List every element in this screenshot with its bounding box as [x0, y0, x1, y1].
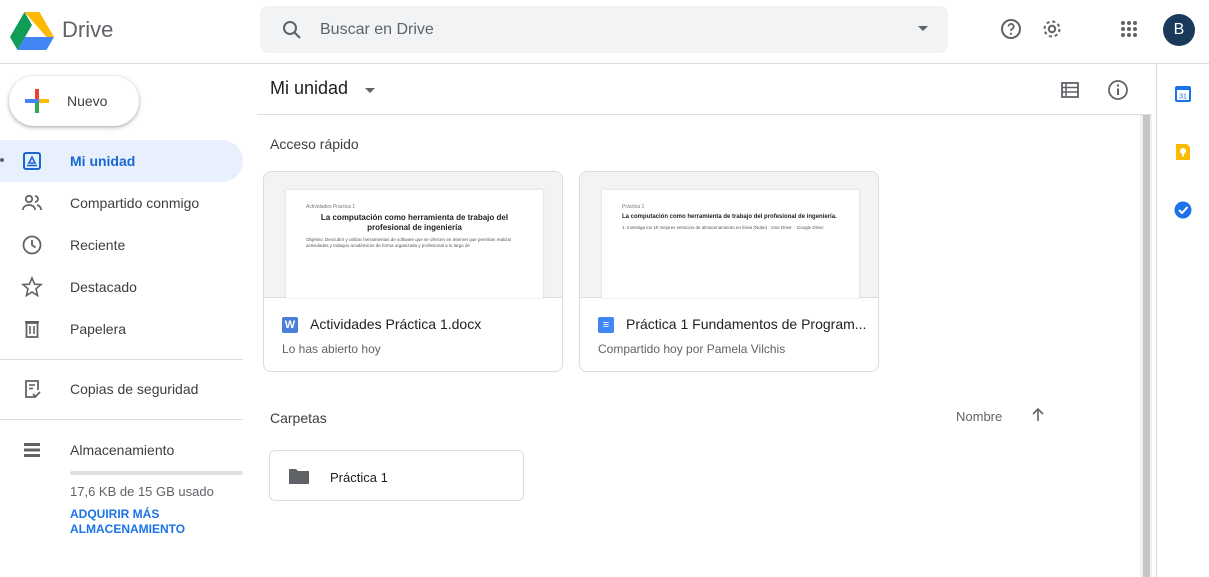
- file-activity: Compartido hoy por Pamela Vilchis: [598, 342, 786, 356]
- sort-by-name-button[interactable]: Nombre: [956, 409, 1002, 424]
- shared-icon: [22, 194, 42, 211]
- sidebar-item-label: Almacenamiento: [70, 442, 175, 458]
- sidebar-item-shared[interactable]: Compartido conmigo: [0, 182, 243, 224]
- buy-storage-link[interactable]: ADQUIRIR MÁS ALMACENAMIENTO: [70, 507, 230, 537]
- document-thumbnail: Actividades Práctica 1 La computación co…: [286, 190, 543, 298]
- tasks-icon[interactable]: [1173, 200, 1193, 220]
- sidebar-item-label: Compartido conmigo: [70, 195, 200, 211]
- sidebar-item-my-drive[interactable]: Mi unidad: [0, 140, 243, 182]
- main-divider: [257, 114, 1152, 115]
- star-icon: [20, 275, 44, 298]
- sidebar-divider: [0, 419, 243, 420]
- file-name: Actividades Práctica 1.docx: [310, 316, 482, 332]
- brand-name[interactable]: Drive: [62, 17, 113, 43]
- search-options-icon[interactable]: [918, 26, 928, 31]
- sidebar-item-label: Mi unidad: [70, 153, 136, 169]
- sidebar-item-label: Copias de seguridad: [70, 381, 199, 397]
- top-bar: Drive Buscar en Drive B: [0, 0, 1209, 64]
- sidebar-item-recent[interactable]: Reciente: [0, 224, 243, 266]
- folder-item[interactable]: Práctica 1: [269, 450, 524, 501]
- document-thumbnail: Práctica 1 La computación como herramien…: [602, 190, 859, 298]
- new-button[interactable]: Nuevo: [9, 76, 139, 126]
- keep-icon[interactable]: [1173, 142, 1193, 162]
- file-preview: Actividades Práctica 1 La computación co…: [264, 172, 562, 298]
- folders-heading: Carpetas: [270, 410, 327, 426]
- preview-small-text: Actividades Práctica 1: [306, 204, 356, 210]
- clock-icon: [22, 235, 42, 255]
- arrow-up-icon[interactable]: [1029, 406, 1047, 424]
- my-drive-icon: [23, 152, 41, 170]
- storage-usage-text: 17,6 KB de 15 GB usado: [70, 484, 214, 499]
- drive-logo-icon[interactable]: [10, 10, 54, 50]
- preview-heading: La computación como herramienta de traba…: [320, 213, 509, 232]
- preview-body: Objetivo: Descubrir y utilizar herramien…: [306, 237, 512, 248]
- word-icon: W: [282, 317, 298, 333]
- sidebar-divider: [0, 359, 243, 360]
- sidebar-item-trash[interactable]: Papelera: [0, 308, 243, 350]
- file-preview: Práctica 1 La computación como herramien…: [580, 172, 878, 298]
- page-title[interactable]: Mi unidad: [270, 78, 348, 99]
- new-button-label: Nuevo: [67, 93, 108, 109]
- trash-icon: [25, 321, 39, 338]
- sidebar-item-storage[interactable]: Almacenamiento: [0, 429, 243, 471]
- folder-name: Práctica 1: [330, 470, 388, 485]
- list-view-icon[interactable]: [1058, 78, 1082, 102]
- file-name: Práctica 1 Fundamentos de Program...: [626, 316, 867, 332]
- preview-heading: La computación como herramienta de traba…: [622, 214, 837, 220]
- side-panel: [1156, 64, 1209, 577]
- quick-access-card[interactable]: Práctica 1 La computación como herramien…: [579, 171, 879, 372]
- chevron-down-icon[interactable]: [365, 88, 375, 93]
- svg-text:31: 31: [1179, 94, 1187, 101]
- storage-progress-bar: [70, 471, 243, 475]
- avatar[interactable]: B: [1163, 14, 1195, 46]
- sidebar-item-label: Papelera: [70, 321, 127, 337]
- folder-icon: [289, 469, 309, 484]
- quick-access-card[interactable]: Actividades Práctica 1 La computación co…: [263, 171, 563, 372]
- settings-icon[interactable]: [1040, 17, 1064, 41]
- active-indicator: [0, 158, 4, 162]
- help-icon[interactable]: [999, 17, 1023, 41]
- sidebar-item-backups[interactable]: Copias de seguridad: [0, 368, 243, 410]
- file-activity: Lo has abierto hoy: [282, 342, 381, 356]
- info-icon[interactable]: [1106, 78, 1130, 102]
- backup-icon: [25, 380, 41, 398]
- apps-grid-icon[interactable]: [1117, 17, 1141, 41]
- calendar-icon[interactable]: 31: [1173, 84, 1193, 104]
- plus-icon: [25, 89, 49, 113]
- sidebar-item-label: Destacado: [70, 279, 137, 295]
- search-bar[interactable]: Buscar en Drive: [260, 6, 948, 53]
- search-icon[interactable]: [280, 18, 304, 42]
- quick-access-heading: Acceso rápido: [270, 136, 359, 152]
- preview-small-text: Práctica 1: [622, 204, 645, 210]
- sidebar-item-starred[interactable]: Destacado: [0, 266, 243, 308]
- sidebar-item-label: Reciente: [70, 237, 126, 253]
- scrollbar-thumb[interactable]: [1143, 115, 1150, 577]
- search-input[interactable]: Buscar en Drive: [320, 21, 434, 39]
- storage-icon: [24, 443, 40, 457]
- preview-body: 1. Investiga los 10 mejores servicios de…: [622, 225, 825, 230]
- docs-icon: ≡: [598, 317, 614, 333]
